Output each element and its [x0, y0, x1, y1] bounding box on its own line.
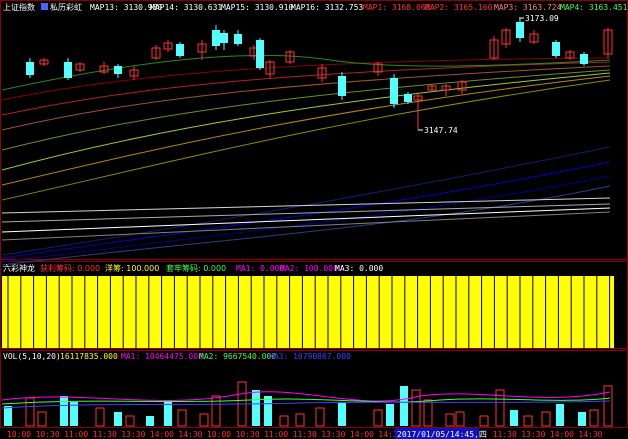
- map-labels: MAP13: 3130.980 MAP14: 3130.631 MAP15: 3…: [90, 3, 628, 12]
- time-tick: 14:00: [550, 430, 574, 439]
- time-tick: 14:00: [350, 430, 374, 439]
- time-tick: 10:30: [236, 430, 260, 439]
- vol-value-label: 16117835.000: [60, 352, 118, 361]
- map1-label: MAP1: 3168.068: [363, 3, 431, 12]
- float-chips-label: 洋筹: 100.000: [105, 263, 159, 273]
- profit-chips-label: 获利筹码: 0.000: [40, 263, 100, 273]
- time-tick: 10:30: [36, 430, 60, 439]
- trapped-chips-label: 套牢筹码: 0.000: [166, 263, 226, 273]
- cursor-time-label: 2017/01/05/14:45,四: [397, 430, 487, 439]
- time-tick: 10:00: [207, 430, 231, 439]
- volume-bars: [4, 381, 613, 427]
- candlesticks: [26, 18, 613, 130]
- time-axis: 10:00 10:30 11:00 11:30 13:30 14:00 14:30 10:00…: [7, 430, 603, 439]
- chip-panel[interactable]: 六彩神龙 获利筹码: 0.000 洋筹: 100.000 套牢筹码: 0.000…: [2, 263, 614, 348]
- chip-fill-area: [2, 276, 614, 348]
- chip-labels: 六彩神龙 获利筹码: 0.000 洋筹: 100.000 套牢筹码: 0.000…: [3, 263, 383, 273]
- map14-label: MAP14: 3130.631: [150, 3, 222, 12]
- map2-label: MAP2: 3165.160: [425, 3, 493, 12]
- index-selector[interactable]: 上证指数: [3, 2, 35, 12]
- vol-ma1-label: MA1: 10464475.000: [121, 352, 203, 361]
- high-marker: 3173.09: [519, 14, 559, 23]
- volume-panel[interactable]: VOL(5,10,20) 16117835.000 MA1: 10464475.…: [1, 352, 613, 427]
- moving-average-lines: [1, 54, 611, 266]
- high-price-label: 3173.09: [525, 14, 559, 23]
- vol-ma2-label: MA2: 9667540.000: [199, 352, 276, 361]
- low-marker: 3147.74: [418, 126, 458, 135]
- map3-label: MAP3: 3163.724: [494, 3, 562, 12]
- time-tick: 10:00: [7, 430, 31, 439]
- index-name: 上证指数: [3, 2, 35, 12]
- map16-label: MAP16: 3132.753: [291, 3, 363, 12]
- chip-ma3-label: MA3: 0.000: [335, 264, 383, 273]
- time-tick: 11:30: [93, 430, 117, 439]
- time-tick: 14:30: [578, 430, 602, 439]
- vol-indicator-name: VOL(5,10,20): [3, 352, 61, 361]
- main-panel[interactable]: 3173.09 3147.74 上证指数 私历彩虹 MAP13: 3130.98…: [1, 1, 628, 266]
- vol-ma3-label: MA3: 10790867.000: [269, 352, 351, 361]
- chip-indicator-name: 六彩神龙: [3, 263, 35, 273]
- time-tick: 13:30: [521, 430, 545, 439]
- time-tick: 13:30: [121, 430, 145, 439]
- time-tick: 14:00: [150, 430, 174, 439]
- stock-chart[interactable]: 3173.09 3147.74 上证指数 私历彩虹 MAP13: 3130.98…: [0, 0, 628, 439]
- low-price-label: 3147.74: [424, 126, 458, 135]
- map4-label: MAP4: 3163.451: [560, 3, 628, 12]
- time-tick: 13:30: [321, 430, 345, 439]
- volume-ma-lines: [1, 391, 611, 409]
- time-tick: 11:00: [64, 430, 88, 439]
- time-tick: 11:30: [293, 430, 317, 439]
- volume-labels: VOL(5,10,20) 16117835.000 MA1: 10464475.…: [3, 352, 351, 361]
- chip-ma2-label: MA2: 100.000: [280, 264, 338, 273]
- time-tick: 11:30: [493, 430, 517, 439]
- indicator-icon: [41, 3, 48, 10]
- time-tick: 11:00: [264, 430, 288, 439]
- map15-label: MAP15: 3130.910: [221, 3, 293, 12]
- time-tick: 14:30: [178, 430, 202, 439]
- indicator-name[interactable]: 私历彩虹: [50, 2, 82, 12]
- vol-panel-border: [0, 350, 628, 428]
- chip-ma1-label: MA1: 0.000: [236, 264, 284, 273]
